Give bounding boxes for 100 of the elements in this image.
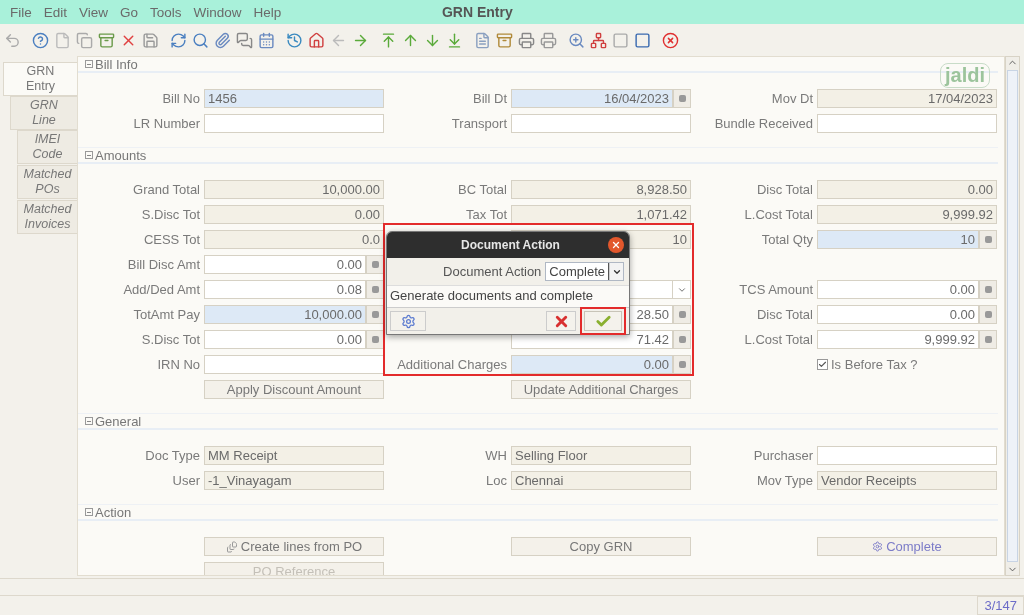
text-field[interactable]: 0.00 <box>204 205 384 224</box>
text-field[interactable]: 9,999.92 <box>817 205 997 224</box>
menu-item[interactable]: Go <box>114 4 145 20</box>
cancel-button[interactable] <box>546 311 576 331</box>
text-field[interactable]: Vendor Receipts <box>817 471 997 490</box>
box-icon[interactable] <box>496 31 513 49</box>
text-field[interactable] <box>204 114 384 133</box>
field-button[interactable] <box>673 355 691 374</box>
zoom-icon[interactable] <box>568 31 585 49</box>
collapse-icon[interactable] <box>85 417 93 425</box>
menu-item[interactable]: Edit <box>37 4 74 20</box>
tab[interactable]: GRN Line <box>10 96 77 130</box>
collapse-icon[interactable] <box>85 60 93 68</box>
field-button[interactable] <box>673 330 691 349</box>
text-field[interactable]: 0.00 <box>817 280 979 299</box>
field-label: WH <box>485 448 508 463</box>
field-button[interactable] <box>366 255 384 274</box>
action-button[interactable]: Copy GRN <box>511 537 691 556</box>
history-icon[interactable] <box>286 31 303 49</box>
text-field[interactable]: 0.0 <box>204 230 384 249</box>
collapse-icon[interactable] <box>85 508 93 516</box>
action-button[interactable]: Create lines from PO <box>204 537 384 556</box>
arrow-up-to-line-icon[interactable] <box>380 31 397 49</box>
copy-icon[interactable] <box>76 31 93 49</box>
tab[interactable]: Matched Invoices <box>17 200 77 234</box>
text-field[interactable]: 0.00 <box>817 180 997 199</box>
text-field[interactable]: 10,000.00 <box>204 180 384 199</box>
menu-item[interactable]: View <box>73 4 115 20</box>
field-label: Tax Tot <box>466 207 508 222</box>
tab[interactable]: IMEI Code <box>17 130 77 164</box>
printer-icon[interactable] <box>518 31 535 49</box>
workflow-icon[interactable] <box>590 31 607 49</box>
text-field[interactable] <box>817 114 997 133</box>
save-icon[interactable] <box>142 31 159 49</box>
text-field[interactable]: MM Receipt <box>204 446 384 465</box>
search-icon[interactable] <box>192 31 209 49</box>
text-field[interactable]: 0.00 <box>204 330 366 349</box>
refresh-icon[interactable] <box>170 31 187 49</box>
menu-item[interactable]: Help <box>247 4 288 20</box>
field-label: Mov Type <box>756 473 814 488</box>
text-field[interactable]: 0.00 <box>204 255 366 274</box>
new-document-icon[interactable] <box>54 31 71 49</box>
text-field[interactable]: 1456 <box>204 89 384 108</box>
text-field[interactable] <box>511 114 691 133</box>
settings-button[interactable] <box>390 311 426 331</box>
report-icon[interactable] <box>474 31 491 49</box>
field-button[interactable] <box>673 305 691 324</box>
action-button[interactable]: Apply Discount Amount <box>204 380 384 399</box>
field-label: Loc <box>486 473 508 488</box>
checkbox-label: Is Before Tax ? <box>831 357 918 372</box>
square-icon[interactable] <box>634 31 651 49</box>
text-field[interactable]: 0.08 <box>204 280 366 299</box>
checkbox[interactable] <box>817 359 828 370</box>
field-button[interactable] <box>366 330 384 349</box>
action-button[interactable]: Update Additional Charges <box>511 380 691 399</box>
text-field[interactable]: -1_Vinayagam <box>204 471 384 490</box>
undo-icon[interactable] <box>4 31 21 49</box>
print-preview-icon[interactable] <box>540 31 557 49</box>
field-button[interactable] <box>979 330 997 349</box>
tab[interactable]: Matched POs <box>17 165 77 199</box>
arrow-down-to-line-icon[interactable] <box>446 31 463 49</box>
field-label: Bill No <box>162 91 201 106</box>
help-icon[interactable] <box>32 31 49 49</box>
text-field[interactable]: Selling Floor <box>511 446 691 465</box>
text-field[interactable]: 0.00 <box>817 305 979 324</box>
field-button[interactable] <box>366 305 384 324</box>
text-field[interactable]: 10 <box>817 230 979 249</box>
tab[interactable]: GRN Entry <box>3 62 77 96</box>
scrollbar[interactable] <box>1005 56 1020 576</box>
square-icon[interactable] <box>612 31 629 49</box>
text-field[interactable] <box>817 446 997 465</box>
field-button[interactable] <box>979 280 997 299</box>
chat-icon[interactable] <box>236 31 253 49</box>
dropdown-field[interactable]: Complete <box>545 262 624 281</box>
field-button[interactable] <box>366 280 384 299</box>
paperclip-icon[interactable] <box>214 31 231 49</box>
scroll-thumb[interactable] <box>1007 70 1018 562</box>
menu-item[interactable]: File <box>4 4 38 20</box>
ok-button[interactable] <box>580 307 626 335</box>
menu-item[interactable]: Tools <box>144 4 188 20</box>
text-field[interactable]: 17/04/2023 <box>817 89 997 108</box>
dropdown-button[interactable] <box>609 263 623 280</box>
menu-item[interactable]: Window <box>187 4 248 20</box>
home-icon[interactable] <box>308 31 325 49</box>
archive-icon[interactable] <box>98 31 115 49</box>
action-button[interactable]: Complete <box>817 537 997 556</box>
text-field[interactable]: 0.00 <box>511 355 673 374</box>
text-field[interactable]: 10,000.00 <box>204 305 366 324</box>
field-button[interactable] <box>979 230 997 249</box>
close-button[interactable] <box>608 237 624 253</box>
text-field[interactable]: 16/04/2023 <box>511 89 673 108</box>
close-icon[interactable] <box>662 31 679 49</box>
collapse-icon[interactable] <box>85 151 93 159</box>
text-field[interactable]: Chennai <box>511 471 691 490</box>
field-button[interactable] <box>979 305 997 324</box>
calendar-icon[interactable] <box>258 31 275 49</box>
text-field[interactable] <box>204 355 384 374</box>
text-field[interactable]: 9,999.92 <box>817 330 979 349</box>
text-field[interactable]: 8,928.50 <box>511 180 691 199</box>
field-button[interactable] <box>673 89 691 108</box>
